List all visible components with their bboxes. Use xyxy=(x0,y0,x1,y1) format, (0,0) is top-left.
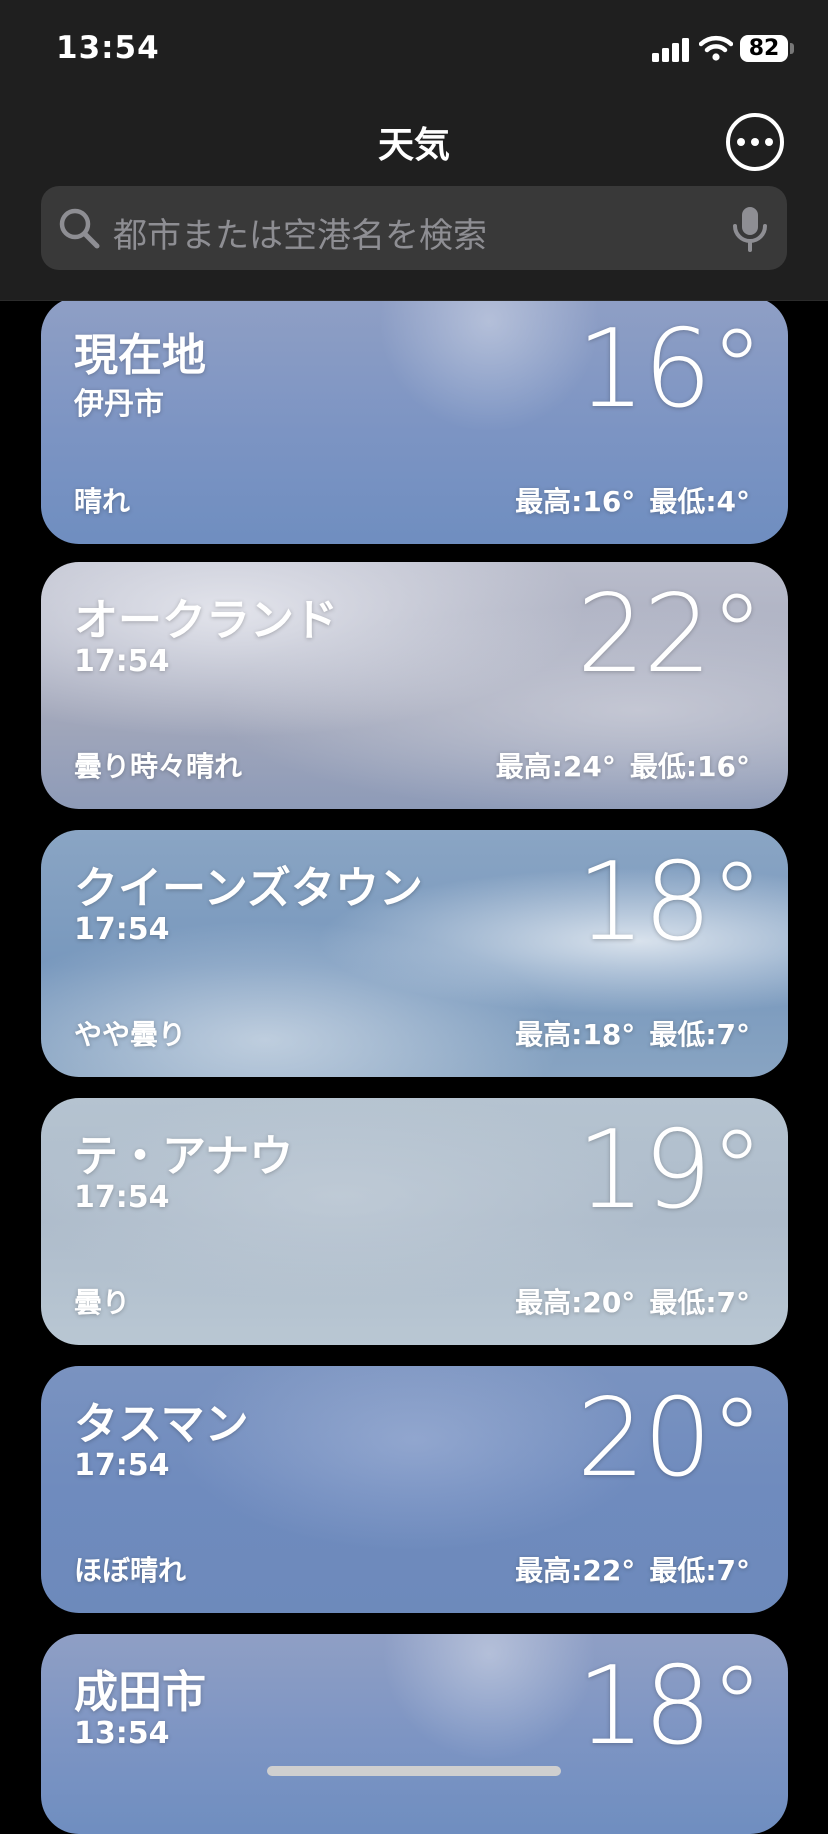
weather-condition: ほぼ晴れ xyxy=(74,1554,187,1587)
low-temp: 最低:4° xyxy=(649,485,750,518)
current-temperature: 16° xyxy=(576,307,764,432)
high-temp: 最高:20° xyxy=(515,1286,636,1319)
high-low: 最高:18° 最低:7° xyxy=(515,1013,750,1053)
current-temperature: 18° xyxy=(576,840,764,965)
microphone-icon[interactable] xyxy=(727,204,773,254)
weather-condition: 曇り時々晴れ xyxy=(74,750,243,783)
current-temperature: 22° xyxy=(576,572,764,697)
city-name: テ・アナウ xyxy=(74,1131,294,1182)
location-card-auckland[interactable]: オークランド 17:54 22° 曇り時々晴れ 最高:24° 最低:16° xyxy=(41,562,788,809)
high-temp: 最高:16° xyxy=(515,485,636,518)
weather-condition: やや曇り xyxy=(74,1018,187,1051)
status-time: 13:54 xyxy=(56,30,160,66)
city-name: 成田市 xyxy=(74,1667,206,1718)
city-local-time: 13:54 xyxy=(74,1716,170,1751)
current-temperature: 19° xyxy=(576,1108,764,1233)
battery-indicator: 82 xyxy=(740,35,788,62)
wifi-icon xyxy=(699,35,733,61)
low-temp: 最低:7° xyxy=(649,1018,750,1051)
more-options-button[interactable] xyxy=(726,113,784,171)
high-low: 最高:24° 最低:16° xyxy=(496,745,750,785)
search-input[interactable]: 都市または空港名を検索 xyxy=(113,208,487,257)
home-indicator[interactable] xyxy=(267,1766,561,1776)
location-card-tasman[interactable]: タスマン 17:54 20° ほぼ晴れ 最高:22° 最低:7° xyxy=(41,1366,788,1613)
city-name: クイーンズタウン xyxy=(74,863,423,914)
high-temp: 最高:22° xyxy=(515,1554,636,1587)
city-name: タスマン xyxy=(74,1399,249,1450)
current-temperature: 20° xyxy=(576,1376,764,1501)
location-card-narita[interactable]: 成田市 13:54 18° xyxy=(41,1634,788,1834)
low-temp: 最低:7° xyxy=(649,1554,750,1587)
high-temp: 最高:24° xyxy=(495,750,616,783)
city-local-time: 17:54 xyxy=(74,1180,170,1215)
city-name: オークランド xyxy=(74,595,338,646)
page-title: 天気 xyxy=(377,125,450,166)
low-temp: 最低:7° xyxy=(649,1286,750,1319)
current-temperature: 18° xyxy=(576,1644,764,1769)
location-card-te-anau[interactable]: テ・アナウ 17:54 19° 曇り 最高:20° 最低:7° xyxy=(41,1098,788,1345)
city-name: 現在地 xyxy=(74,330,206,381)
city-local-time: 17:54 xyxy=(74,1448,170,1483)
cellular-signal-icon xyxy=(652,38,690,62)
location-card-current[interactable]: 現在地 伊丹市 16° 晴れ 最高:16° 最低:4° xyxy=(41,297,788,544)
weather-condition: 晴れ xyxy=(74,485,131,518)
search-icon xyxy=(59,208,100,249)
high-low: 最高:20° 最低:7° xyxy=(515,1281,750,1321)
low-temp: 最低:16° xyxy=(629,750,750,783)
high-temp: 最高:18° xyxy=(515,1018,636,1051)
navigation-header: 13:54 82 天気 都市または空港名を検索 xyxy=(0,0,828,301)
high-low: 最高:22° 最低:7° xyxy=(515,1549,750,1589)
battery-tip xyxy=(790,43,794,54)
weather-condition: 曇り xyxy=(74,1286,131,1319)
search-bar[interactable]: 都市または空港名を検索 xyxy=(41,186,787,270)
city-local-time: 17:54 xyxy=(74,912,170,947)
high-low: 最高:16° 最低:4° xyxy=(515,480,750,520)
location-card-queenstown[interactable]: クイーンズタウン 17:54 18° やや曇り 最高:18° 最低:7° xyxy=(41,830,788,1077)
city-local-time: 17:54 xyxy=(74,644,170,679)
city-subtitle: 伊丹市 xyxy=(74,387,164,422)
